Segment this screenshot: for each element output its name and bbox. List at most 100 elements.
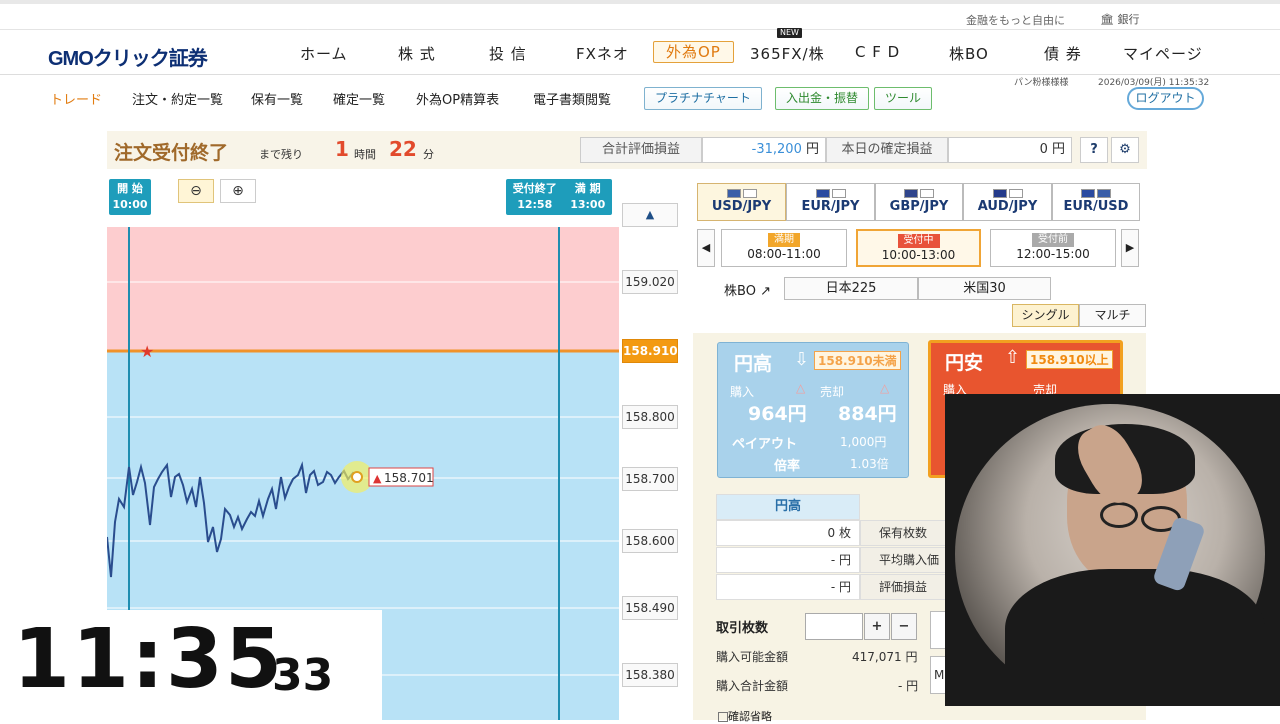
scroll-up-button[interactable]: ▲ [622,203,678,227]
order-button-edge[interactable]: M [930,656,946,694]
remaining-minutes: 22 [389,137,417,161]
nav-fx-option[interactable]: 外為OP [653,41,734,63]
price-tick: 158.600 [622,529,678,553]
glasses-left [1100,502,1138,528]
sub-nav: トレード 注文・約定一覧 保有一覧 確定一覧 外為OP精算表 電子書類閲覧 プラ… [0,75,1280,120]
tab-eurjpy[interactable]: EUR/JPY [786,183,875,221]
current-price-label: 158.701 [384,471,434,485]
kabubo-nikkei[interactable]: 日本225 [784,277,918,300]
session-active[interactable]: 受付中 10:00-13:00 [856,229,981,267]
yen-high-card[interactable]: 円高 ⇩ 158.910未満 購入 売却 △ △ 964円 884円 ペイアウト… [717,342,909,478]
logo[interactable]: GMOクリック証券 [48,42,208,71]
avg-price-label: 平均購入価 [860,547,950,573]
price-tick: 158.490 [622,596,678,620]
deposit-transfer-button[interactable]: 入出金・振替 [775,87,870,110]
subnav-holdings[interactable]: 保有一覧 [251,89,303,108]
hours-unit: 時間 [354,148,376,161]
zoom-in-button[interactable]: ⊕ [220,179,256,203]
subnav-trade[interactable]: トレード [50,89,102,108]
total-pl-label: 合計評価損益 [580,137,702,163]
settings-button[interactable]: ⚙ [1111,137,1139,163]
nav-home[interactable]: ホーム [300,43,348,64]
order-button-edge[interactable] [930,611,946,649]
current-price-dot [351,471,363,483]
tools-button[interactable]: ツール [874,87,933,110]
zoom-out-icon: ⊖ [190,183,202,199]
clock-seconds: 33 [272,650,334,701]
us-flag-icon [1097,189,1111,198]
qty-plus-button[interactable]: + [864,613,890,640]
tab-audjpy[interactable]: AUD/JPY [963,183,1052,221]
new-badge: NEW [777,28,802,38]
triangle-up-icon: △ [880,381,890,395]
session-next-button[interactable]: ▶ [1121,229,1139,267]
eval-pl-value: - 円 [716,574,860,600]
up-arrow-icon: ⇧ [1005,347,1021,368]
jp-flag-icon [742,189,757,198]
tagline: 金融をもっと自由に [966,14,1065,27]
price-tick: 158.800 [622,405,678,429]
zoom-out-button[interactable]: ⊖ [178,179,214,203]
main-header: GMOクリック証券 ホーム 株 式 投 信 FXネオ 外為OP NEW 365F… [0,28,1280,75]
session-expired[interactable]: 満期 08:00-11:00 [721,229,847,267]
positions-header: 円高 [716,494,860,520]
kabubo-link[interactable]: 株BO ↗ [724,280,771,299]
strike-star-icon: ★ [140,342,154,361]
nav-funds[interactable]: 投 信 [489,43,527,64]
yen-low-title: 円安 [945,352,984,374]
session-upcoming[interactable]: 受付前 12:00-15:00 [990,229,1116,267]
kabubo-us30[interactable]: 米国30 [918,277,1051,300]
nav-365fx[interactable]: 365FX/株 [750,43,825,64]
mode-single[interactable]: シングル [1012,304,1079,327]
confirm-skip[interactable]: 確認省略 [718,708,772,724]
subnav-documents[interactable]: 電子書類閲覧 [533,89,611,108]
price-tick: 158.380 [622,663,678,687]
nav-kabubo[interactable]: 株BO [949,43,989,64]
platinum-chart-button[interactable]: プラチナチャート [644,87,762,110]
order-status-title: 注文受付終了 [114,142,229,164]
mode-multi[interactable]: マルチ [1079,304,1146,327]
total-label: 購入合計金額 [716,679,789,693]
up-arrow-icon: ▲ [373,472,382,485]
help-button[interactable]: ? [1080,137,1108,163]
triangle-left-icon: ◀ [701,241,711,254]
buy-label: 購入 [730,385,755,399]
today-pl-label: 本日の確定損益 [826,137,948,163]
yen-high-strike: 158.910未満 [814,351,901,370]
qty-minus-button[interactable]: − [891,613,917,640]
nav-fxneo[interactable]: FXネオ [576,43,629,64]
available-value: 417,071 円 [852,650,918,664]
yen-high-title: 円高 [734,353,773,375]
sell-price: 884円 [838,403,897,425]
tab-usdjpy[interactable]: USD/JPY [697,183,786,221]
subnav-settled[interactable]: 確定一覧 [333,89,385,108]
buy-price: 964円 [748,403,807,425]
qty-input[interactable] [805,613,863,640]
down-arrow-icon: ⇩ [794,349,810,370]
remaining-hours: 1 [335,137,349,161]
tab-gbpjpy[interactable]: GBP/JPY [875,183,963,221]
tab-eurusd[interactable]: EUR/USD [1052,183,1140,221]
session-prev-button[interactable]: ◀ [697,229,715,267]
available-label: 購入可能金額 [716,650,789,664]
nav-stocks[interactable]: 株 式 [398,43,436,64]
zoom-in-icon: ⊕ [232,183,244,199]
yen-low-strike: 158.910以上 [1026,350,1113,369]
nav-bonds[interactable]: 債 券 [1044,43,1082,64]
nav-mypage[interactable]: マイページ [1123,43,1203,64]
logout-button[interactable]: ログアウト [1127,87,1204,110]
sell-label: 売却 [820,385,845,399]
external-arrow-icon: ↗ [760,284,771,299]
payout-value: 1,000円 [840,435,887,449]
jp-flag-icon [831,189,846,198]
remaining-label: まで残り [259,148,303,161]
subnav-orders[interactable]: 注文・約定一覧 [132,89,223,108]
gear-icon: ⚙ [1119,142,1131,157]
bank-link[interactable]: 🏛 銀行 [1100,11,1139,27]
subnav-statement[interactable]: 外為OP精算表 [416,89,499,108]
eu-flag-icon [815,189,830,198]
qty-label: 取引枚数 [716,621,769,636]
price-tick: 159.020 [622,270,678,294]
nav-cfd[interactable]: C F D [855,43,900,61]
checkbox[interactable] [718,712,728,722]
